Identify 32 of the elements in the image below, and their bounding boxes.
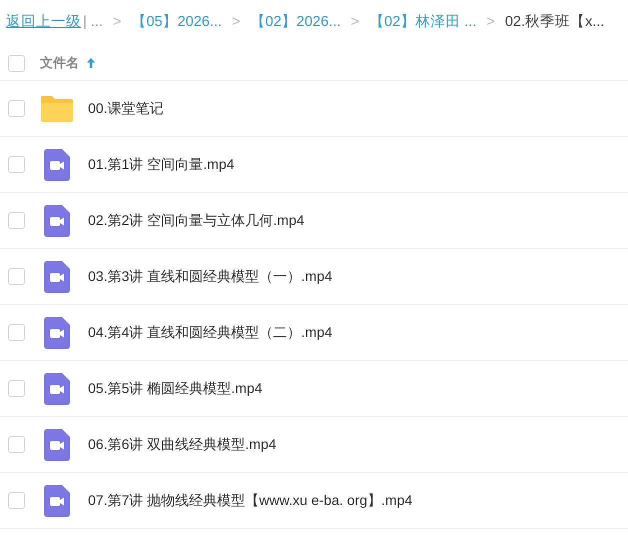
checkbox[interactable] (8, 324, 25, 341)
checkbox[interactable] (8, 380, 25, 397)
breadcrumb-separator: > (232, 13, 240, 32)
video-file-icon (44, 260, 70, 292)
file-name[interactable]: 05.第5讲 椭圆经典模型.mp4 (88, 378, 262, 399)
checkbox[interactable] (8, 436, 25, 453)
checkbox[interactable] (8, 54, 25, 72)
video-file-icon (44, 148, 70, 180)
file-name[interactable]: 02.第2讲 空间向量与立体几何.mp4 (88, 210, 304, 231)
video-file-icon (44, 484, 70, 516)
folder-icon (40, 94, 74, 122)
file-name[interactable]: 04.第4讲 直线和圆经典模型（二）.mp4 (88, 322, 332, 343)
video-file-icon (44, 428, 70, 460)
checkbox[interactable] (8, 156, 25, 173)
file-name[interactable]: 06.第6讲 双曲线经典模型.mp4 (88, 434, 276, 455)
file-name[interactable]: 00.课堂笔记 (88, 98, 164, 119)
checkbox[interactable] (8, 100, 25, 117)
column-header[interactable]: 文件名 (40, 53, 79, 73)
breadcrumb-separator: > (486, 13, 495, 32)
checkbox[interactable] (8, 492, 25, 509)
divider-text: | (83, 13, 87, 32)
video-file-icon (44, 316, 70, 348)
file-name[interactable]: 01.第1讲 空间向量.mp4 (88, 154, 234, 175)
breadcrumb-separator: > (112, 13, 122, 32)
file-name[interactable]: 03.第3讲 直线和圆经典模型（一）.mp4 (88, 266, 332, 287)
video-file-icon (44, 372, 70, 404)
current-folder: 02.秋季班【x... (504, 13, 604, 32)
video-file-icon (44, 204, 70, 236)
breadcrumb-separator: > (350, 13, 360, 32)
checkbox[interactable] (8, 212, 25, 229)
checkbox[interactable] (8, 268, 25, 285)
file-name[interactable]: 07.第7讲 抛物线经典模型【www.xu e-ba. org】.mp4 (88, 490, 412, 511)
